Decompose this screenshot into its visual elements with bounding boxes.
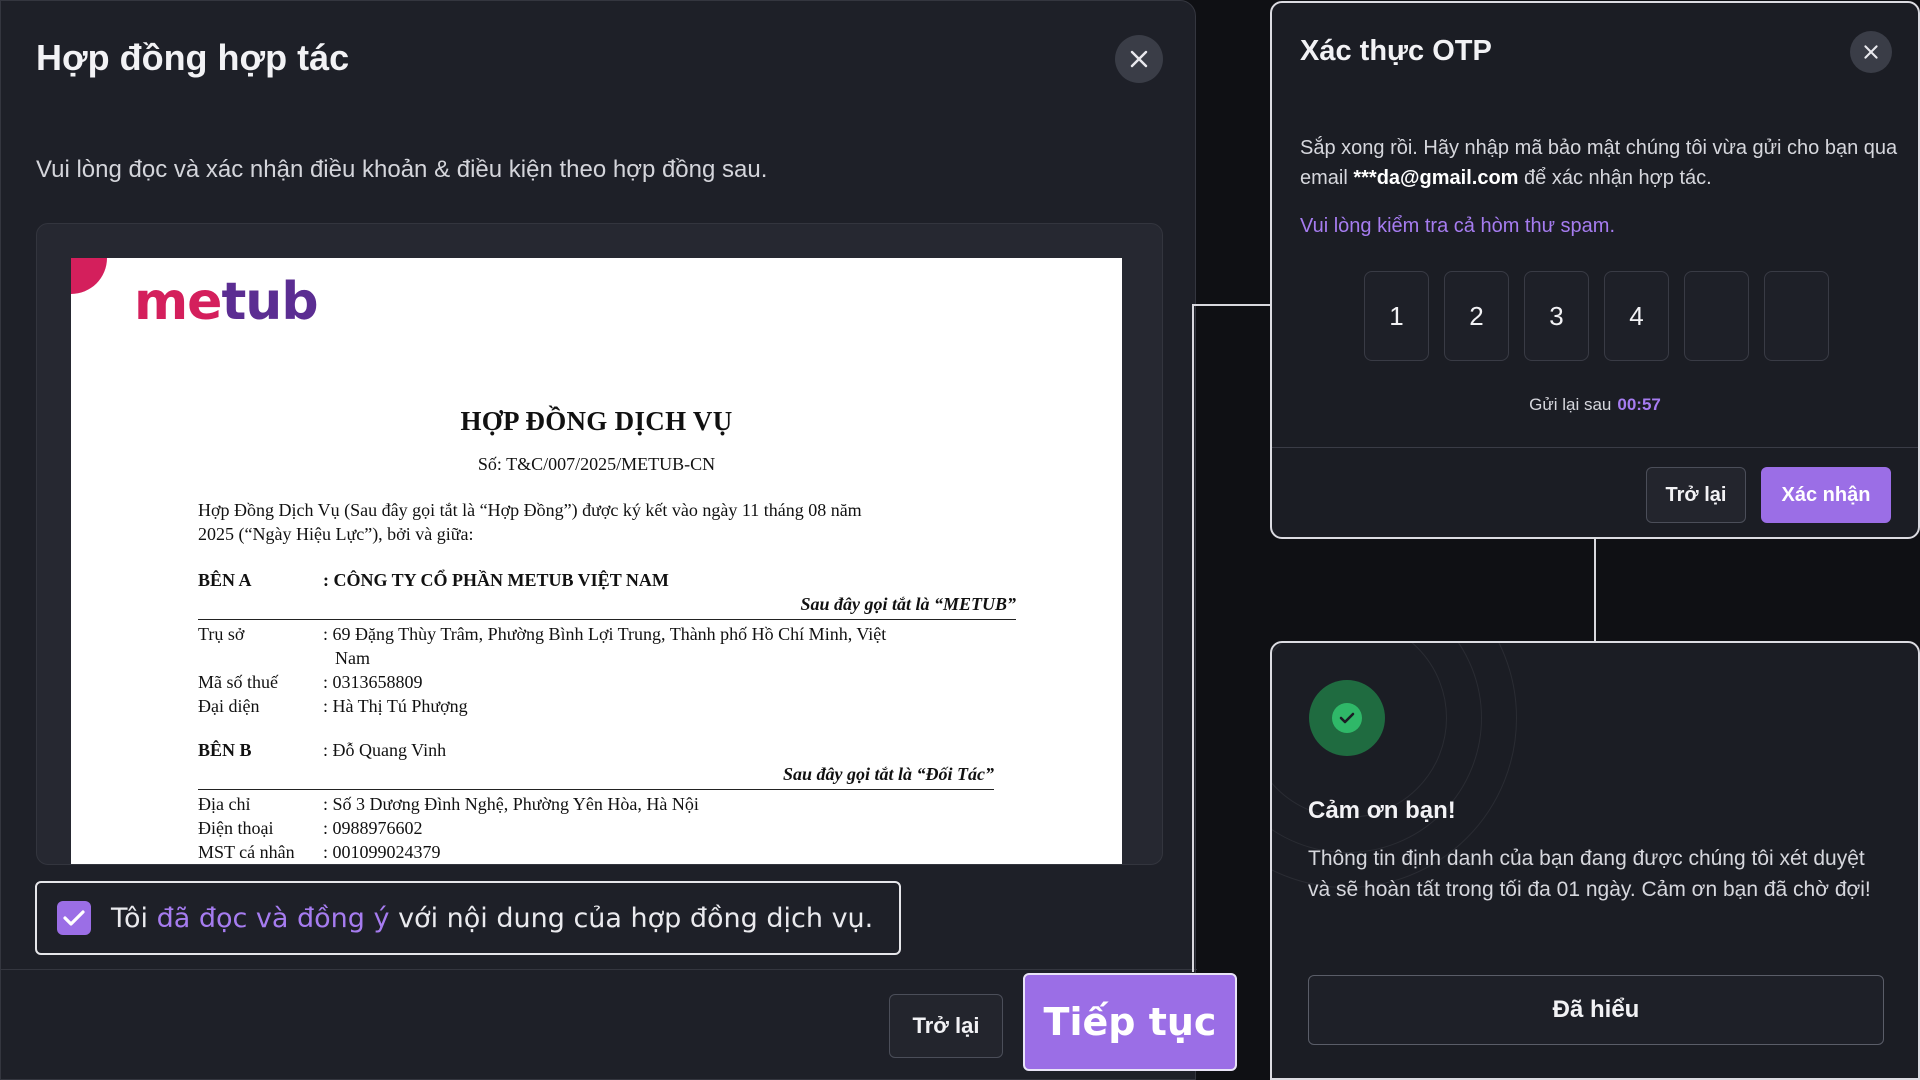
otp-title: Xác thực OTP [1300, 35, 1492, 67]
otp-close-button[interactable] [1850, 31, 1892, 73]
success-check-icon [1309, 680, 1385, 756]
metub-logo: metub [134, 272, 319, 332]
continue-button[interactable]: Tiếp tục [1023, 973, 1237, 1071]
otp-timer: 00:57 [1617, 395, 1661, 414]
close-icon [1130, 50, 1148, 68]
otp-code-input: 1 2 3 4 [1364, 271, 1829, 361]
contract-intro: Vui lòng đọc và xác nhận điều khoản & đi… [36, 156, 768, 183]
thanks-title: Cảm ơn bạn! [1308, 797, 1456, 824]
party-a-field-value: : Hà Thị Tú Phượng [323, 696, 468, 716]
understood-button[interactable]: Đã hiểu [1308, 975, 1884, 1045]
otp-digit-6[interactable] [1764, 271, 1829, 361]
document-number: Số: T&C/007/2025/METUB-CN [477, 454, 716, 474]
agree-label: Tôi đã đọc và đồng ý với nội dung của hợ… [111, 902, 874, 934]
party-b-field-label: MST cá nhân [198, 842, 295, 862]
contract-back-button[interactable]: Trở lại [889, 994, 1003, 1058]
otp-resend-countdown: Gửi lại sau 00:57 [1529, 395, 1661, 414]
party-b-field-label: Địa chỉ [198, 794, 251, 814]
party-a-divider [198, 619, 1016, 620]
preamble-line: Hợp Đồng Dịch Vụ (Sau đây gọi tắt là “Hợ… [198, 500, 862, 520]
footer-divider [1, 969, 1197, 970]
contract-title: Hợp đồng hợp tác [36, 37, 350, 78]
close-icon [1864, 45, 1878, 59]
party-a-alias: Sau đây gọi tắt là “METUB” [800, 594, 1016, 614]
party-a-field-value: : 69 Đặng Thùy Trâm, Phường Bình Lợi Tru… [323, 624, 887, 644]
otp-modal: Xác thực OTP Sắp xong rồi. Hãy nhập mã b… [1270, 1, 1920, 539]
checkmark-icon [63, 910, 85, 926]
party-b-field-value: : 001099024379 [323, 842, 441, 862]
otp-digit-2[interactable]: 2 [1444, 271, 1509, 361]
otp-digit-3[interactable]: 3 [1524, 271, 1589, 361]
flow-connector [1594, 539, 1596, 641]
otp-spam-note: Vui lòng kiểm tra cả hòm thư spam. [1300, 215, 1615, 237]
agree-terms-link[interactable]: đã đọc và đồng ý [157, 903, 390, 934]
contract-document-page: metub HỢP ĐỒNG DỊCH VỤ Số: T&C/007/2025/… [71, 258, 1122, 864]
otp-digit-4[interactable]: 4 [1604, 271, 1669, 361]
flow-connector [1192, 304, 1194, 972]
party-b-divider [198, 789, 994, 790]
party-a-field-label: Trụ sở [198, 624, 245, 644]
party-b-alias: Sau đây gọi tắt là “Đối Tác” [783, 764, 994, 784]
party-b-name: : Đỗ Quang Vinh [323, 740, 447, 760]
contract-document-viewer[interactable]: metub HỢP ĐỒNG DỊCH VỤ Số: T&C/007/2025/… [36, 223, 1163, 865]
otp-digit-1[interactable]: 1 [1364, 271, 1429, 361]
thanks-modal: Cảm ơn bạn! Thông tin định danh của bạn … [1270, 641, 1920, 1080]
thanks-message: Thông tin định danh của bạn đang được ch… [1308, 847, 1871, 901]
contract-close-button[interactable] [1115, 35, 1163, 83]
party-b-label: BÊN B [198, 740, 252, 760]
party-a-field-label: Đại diện [198, 696, 260, 716]
party-a-field-value: Nam [335, 648, 370, 668]
otp-confirm-button[interactable]: Xác nhận [1761, 467, 1891, 523]
party-b-field-value: : 0988976602 [323, 818, 423, 838]
agree-terms-row[interactable]: Tôi đã đọc và đồng ý với nội dung của hợ… [35, 881, 901, 955]
party-a-field-label: Mã số thuế [198, 672, 278, 692]
document-heading: HỢP ĐỒNG DỊCH VỤ [460, 406, 733, 436]
flow-connector [1192, 304, 1270, 306]
party-a-field-value: : 0313658809 [323, 672, 423, 692]
otp-footer-divider [1272, 447, 1918, 448]
otp-back-button[interactable]: Trở lại [1646, 467, 1746, 523]
party-b-field-label: Điện thoại [198, 818, 274, 838]
otp-digit-5[interactable] [1684, 271, 1749, 361]
contract-modal: Hợp đồng hợp tác Vui lòng đọc và xác nhậ… [0, 0, 1197, 1080]
party-a-label: BÊN A [198, 570, 252, 590]
otp-email: ***da@gmail.com [1353, 167, 1519, 189]
party-a-name: : CÔNG TY CỔ PHẦN METUB VIỆT NAM [323, 570, 669, 590]
otp-description: Sắp xong rồi. Hãy nhập mã bảo mật chúng … [1300, 137, 1898, 189]
preamble-line: 2025 (“Ngày Hiệu Lực”), bởi và giữa: [198, 524, 474, 544]
agree-checkbox[interactable] [57, 901, 91, 935]
party-b-field-value: : Số 3 Dương Đình Nghệ, Phường Yên Hòa, … [323, 794, 699, 814]
brand-corner-decoration [71, 258, 107, 294]
